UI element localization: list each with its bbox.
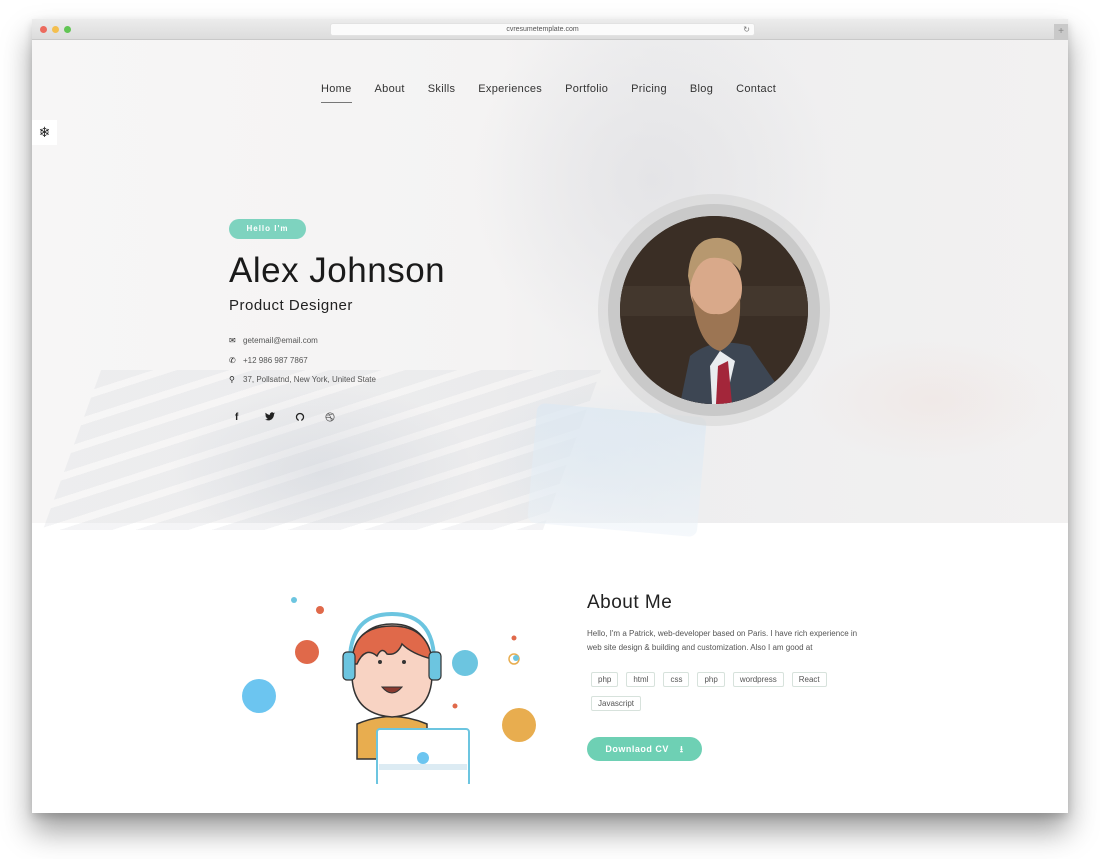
url-text: cvresumetemplate.com <box>506 26 579 33</box>
about-title: About Me <box>587 592 673 613</box>
social-links: f <box>235 412 355 425</box>
hero-role: Product Designer <box>229 297 353 314</box>
nav-contact[interactable]: Contact <box>736 83 776 101</box>
map-marker-icon: ⚲ <box>229 375 235 384</box>
about-text: Hello, I'm a Patrick, web-developer base… <box>587 629 858 652</box>
reload-icon[interactable]: ↻ <box>743 24 750 36</box>
nav-blog[interactable]: Blog <box>690 83 713 101</box>
developer-illustration <box>237 584 552 791</box>
twitter-icon[interactable] <box>265 412 295 425</box>
main-nav: Home About Skills Experiences Portfolio … <box>321 83 799 103</box>
nav-about[interactable]: About <box>375 83 405 101</box>
browser-window: cvresumetemplate.com ↻ + Home About Skil… <box>32 19 1068 813</box>
contact-address: ⚲ 37, Pollsatnd, New York, United State <box>229 375 376 384</box>
phone-text: +12 986 987 7867 <box>243 356 308 365</box>
hello-badge: Hello I'm <box>229 219 306 239</box>
decor-dot <box>291 597 297 603</box>
address-bar[interactable]: cvresumetemplate.com ↻ <box>330 23 755 36</box>
browser-titlebar: cvresumetemplate.com ↻ + <box>32 19 1068 40</box>
nav-home[interactable]: Home <box>321 83 352 103</box>
skill-tag: php <box>697 672 725 687</box>
phone-background-image <box>527 402 707 538</box>
hero-name: Alex Johnson <box>229 251 446 290</box>
plus-icon[interactable]: + <box>1054 24 1068 40</box>
close-window-button[interactable] <box>40 26 47 33</box>
address-text: 37, Pollsatnd, New York, United State <box>243 375 376 384</box>
envelope-icon: ✉ <box>229 336 236 345</box>
email-text: getemail@email.com <box>243 336 318 345</box>
skill-tag: Javascript <box>591 696 642 711</box>
profile-photo <box>620 216 808 404</box>
nav-pricing[interactable]: Pricing <box>631 83 667 101</box>
github-icon[interactable] <box>295 412 325 425</box>
contact-email: ✉ getemail@email.com <box>229 336 318 345</box>
facebook-icon[interactable]: f <box>235 412 265 425</box>
skill-tag: php <box>591 672 619 687</box>
nav-portfolio[interactable]: Portfolio <box>565 83 608 101</box>
minimize-window-button[interactable] <box>52 26 59 33</box>
contact-phone: ✆ +12 986 987 7867 <box>229 356 308 365</box>
phone-icon: ✆ <box>229 356 236 365</box>
skill-tag: React <box>791 672 827 687</box>
skill-tag: html <box>626 672 656 687</box>
hero-section: Home About Skills Experiences Portfolio … <box>32 40 1068 538</box>
skill-tag: css <box>663 672 690 687</box>
dribbble-icon[interactable] <box>325 412 355 425</box>
keyboard-background-image <box>42 370 602 530</box>
skill-tag: wordpress <box>732 672 784 687</box>
nav-skills[interactable]: Skills <box>428 83 455 101</box>
skill-tags: php html css php wordpress React Javascr… <box>591 672 861 711</box>
download-cv-label: Downlaod CV <box>605 744 669 754</box>
download-icon: ⭳ <box>679 744 684 754</box>
nav-experiences[interactable]: Experiences <box>478 83 542 101</box>
download-cv-button[interactable]: Downlaod CV ⭳ <box>587 737 702 761</box>
maximize-window-button[interactable] <box>64 26 71 33</box>
snowflake-icon[interactable]: ❄ <box>32 120 57 145</box>
